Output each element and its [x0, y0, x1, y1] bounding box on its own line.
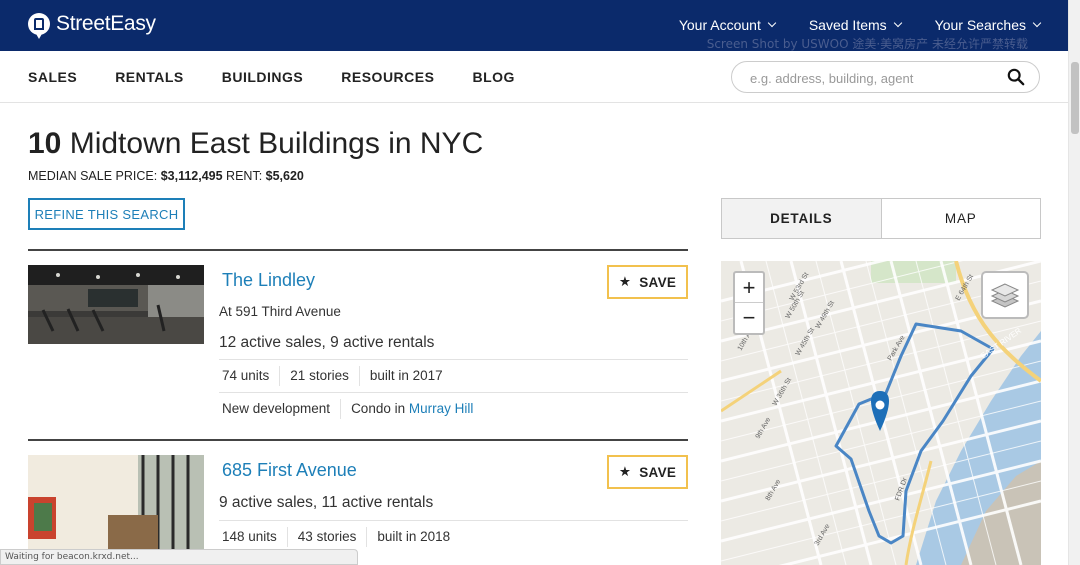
- view-toggle: DETAILS MAP: [721, 198, 1041, 239]
- building-name-link[interactable]: 685 First Avenue: [222, 460, 357, 481]
- building-count: 10: [28, 127, 62, 160]
- save-label: SAVE: [639, 274, 677, 290]
- logo-pin-icon: [28, 13, 50, 39]
- median-sale-value: $3,112,495: [160, 169, 223, 183]
- building-card: The Lindley At 591 Third Avenue 12 activ…: [28, 249, 688, 439]
- search-icon[interactable]: [1007, 68, 1025, 86]
- search-input[interactable]: [750, 68, 1000, 88]
- neighborhood-link[interactable]: Murray Hill: [409, 401, 474, 416]
- your-account-menu[interactable]: Your Account: [678, 17, 777, 33]
- tab-map[interactable]: MAP: [882, 199, 1041, 238]
- main-nav: SALES RENTALS BUILDINGS RESOURCES BLOG: [0, 51, 1068, 103]
- median-stats: MEDIAN SALE PRICE: $3,112,495 RENT: $5,6…: [28, 169, 304, 183]
- gym-photo-illustration: [28, 265, 204, 344]
- building-photo[interactable]: [28, 455, 204, 555]
- chevron-down-icon: [767, 18, 777, 28]
- lobby-photo-illustration: [28, 455, 204, 555]
- top-header-bar: StreetEasy Your Account Saved Items Your…: [0, 0, 1068, 51]
- area-map[interactable]: W 53rd St W 50th St W 49th St W 45th St …: [721, 261, 1041, 565]
- account-menu: Your Account Saved Items Your Searches: [678, 17, 1042, 33]
- building-name-link[interactable]: The Lindley: [222, 270, 315, 291]
- your-searches-label: Your Searches: [934, 17, 1026, 33]
- units-count: 74 units: [222, 368, 270, 383]
- save-label: SAVE: [639, 464, 677, 480]
- active-listings-count: 12 active sales, 9 active rentals: [219, 334, 435, 351]
- star-icon: ★: [618, 274, 632, 289]
- map-layers-button[interactable]: [981, 271, 1029, 319]
- saved-items-label: Saved Items: [808, 17, 887, 33]
- saved-items-menu[interactable]: Saved Items: [808, 17, 902, 33]
- save-button[interactable]: ★ SAVE: [607, 265, 688, 299]
- active-listings-count: 9 active sales, 11 active rentals: [219, 494, 434, 511]
- nav-links: SALES RENTALS BUILDINGS RESOURCES BLOG: [28, 69, 515, 85]
- tab-details[interactable]: DETAILS: [722, 199, 882, 238]
- chevron-down-icon: [893, 18, 902, 28]
- search-box: [731, 61, 1040, 93]
- layers-icon: [990, 283, 1020, 308]
- rent-value: $5,620: [265, 169, 304, 183]
- page-scrollbar[interactable]: [1068, 0, 1080, 565]
- scrollbar-thumb[interactable]: [1071, 62, 1079, 134]
- zoom-in-button[interactable]: +: [735, 273, 763, 303]
- units-count: 148 units: [222, 529, 277, 544]
- refine-search-button[interactable]: REFINE THIS SEARCH: [28, 198, 185, 230]
- nav-buildings[interactable]: BUILDINGS: [222, 69, 304, 85]
- median-sale-label: MEDIAN SALE PRICE:: [28, 169, 158, 183]
- your-searches-menu[interactable]: Your Searches: [934, 17, 1042, 33]
- browser-status-bar: Waiting for beacon.krxd.net...: [0, 549, 358, 565]
- year-built: built in 2018: [366, 527, 460, 547]
- stories-count: 21 stories: [279, 366, 359, 386]
- nav-sales[interactable]: SALES: [28, 69, 77, 85]
- stories-count: 43 stories: [286, 527, 367, 547]
- building-card: 685 First Avenue 9 active sales, 11 acti…: [28, 439, 688, 565]
- page-title-text: Midtown East Buildings in NYC: [69, 127, 484, 160]
- building-facts-row: 74 units 21 stories built in 2017: [219, 359, 688, 392]
- streeteasy-logo[interactable]: StreetEasy: [28, 12, 156, 39]
- building-photo[interactable]: [28, 265, 204, 344]
- star-icon: ★: [618, 464, 632, 479]
- zoom-out-button[interactable]: −: [735, 303, 763, 333]
- nav-resources[interactable]: RESOURCES: [341, 69, 434, 85]
- building-address: At 591 Third Avenue: [219, 304, 341, 319]
- save-button[interactable]: ★ SAVE: [607, 455, 688, 489]
- zoom-controls: + −: [733, 271, 765, 335]
- page-title: 10 Midtown East Buildings in NYC: [28, 127, 483, 161]
- year-built: built in 2017: [358, 366, 453, 386]
- your-account-label: Your Account: [678, 17, 761, 33]
- chevron-down-icon: [1032, 18, 1042, 28]
- logo-text: StreetEasy: [56, 12, 156, 35]
- condo-prefix: Condo in: [351, 401, 406, 416]
- nav-rentals[interactable]: RENTALS: [115, 69, 184, 85]
- screenshot-watermark: Screen Shot by USWOO 途美·美窝房产 未经允许严禁转载: [706, 37, 1028, 51]
- development-type: New development: [222, 401, 331, 416]
- building-category: Condo in Murray Hill: [340, 399, 483, 419]
- nav-blog[interactable]: BLOG: [472, 69, 514, 85]
- rent-label: RENT:: [226, 169, 263, 183]
- building-type-row: New development Condo in Murray Hill: [219, 392, 688, 425]
